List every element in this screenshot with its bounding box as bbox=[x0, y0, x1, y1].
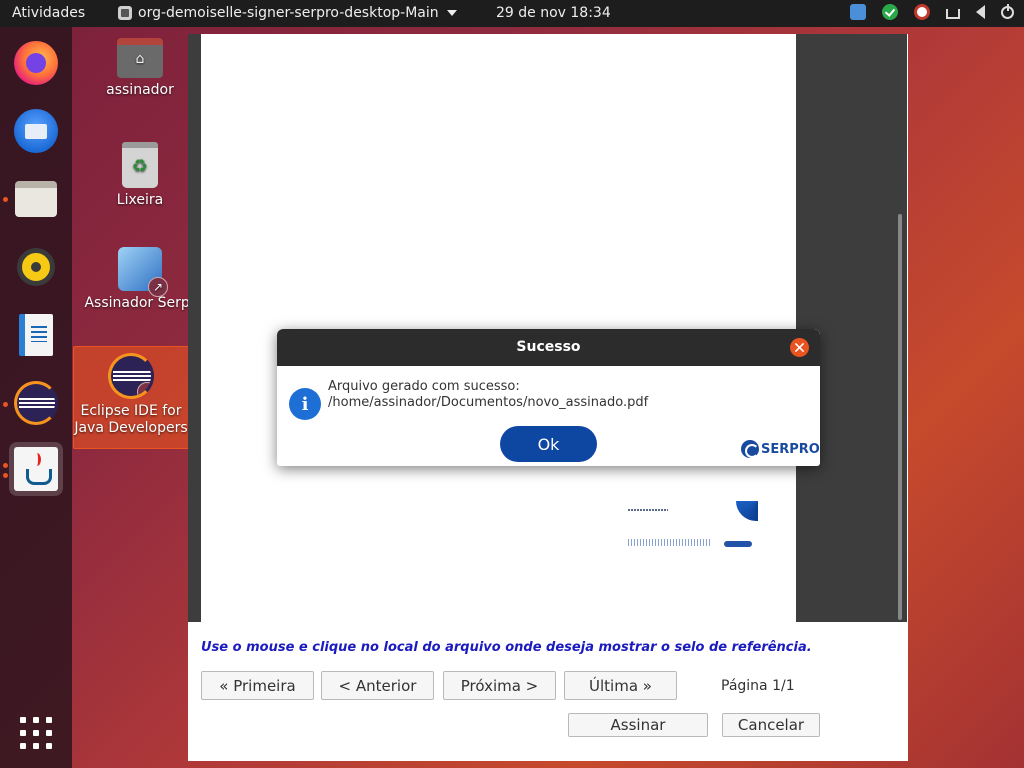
dock-item-firefox[interactable] bbox=[9, 36, 63, 90]
desktop-icon-label-line2: Java Developers bbox=[74, 420, 188, 436]
dock-item-files[interactable] bbox=[9, 172, 63, 226]
check-status-icon[interactable] bbox=[882, 4, 898, 20]
eclipse-icon: ↗ bbox=[108, 353, 154, 399]
ok-button[interactable]: Ok bbox=[500, 426, 597, 462]
desktop-icon-label-line1: Eclipse IDE for bbox=[80, 403, 182, 419]
dialog-titlebar[interactable]: Sucesso bbox=[277, 329, 820, 366]
shortcut-arrow-icon: ↗ bbox=[137, 382, 151, 396]
home-folder-icon bbox=[117, 38, 163, 78]
dock-item-java[interactable] bbox=[9, 442, 63, 496]
shortcut-arrow-icon: ↗ bbox=[148, 277, 168, 297]
desktop-icon-home[interactable]: assinador bbox=[82, 38, 198, 99]
dock-item-writer[interactable] bbox=[9, 308, 63, 362]
app-menu-label: org-demoiselle-signer-serpro-desktop-Mai… bbox=[138, 5, 439, 21]
sign-button[interactable]: Assinar bbox=[568, 713, 708, 737]
serpro-logo: SERPRO bbox=[741, 440, 820, 458]
show-apps-icon[interactable] bbox=[20, 717, 52, 749]
stamp-text-line bbox=[628, 509, 668, 511]
running-indicator bbox=[3, 197, 8, 202]
volume-icon[interactable] bbox=[976, 5, 985, 19]
desktop-icon-label: assinador bbox=[106, 82, 174, 98]
previous-page-button[interactable]: < Anterior bbox=[321, 671, 434, 700]
page-indicator: Página 1/1 bbox=[721, 678, 795, 694]
close-icon bbox=[795, 343, 804, 352]
writer-icon bbox=[19, 314, 53, 356]
firefox-icon bbox=[14, 41, 58, 85]
serpro-status-icon[interactable] bbox=[914, 4, 930, 20]
signer-icon: ↗ bbox=[118, 247, 168, 297]
last-page-button[interactable]: Última » bbox=[564, 671, 677, 700]
serpro-wordmark: SERPRO bbox=[761, 441, 820, 457]
dialog-message: Arquivo gerado com sucesso: /home/assina… bbox=[328, 379, 648, 411]
screenshot-tool-icon[interactable] bbox=[850, 4, 866, 20]
dialog-message-line1: Arquivo gerado com sucesso: bbox=[328, 379, 520, 394]
eclipse-icon bbox=[14, 381, 58, 425]
activities-button[interactable]: Atividades bbox=[12, 5, 85, 21]
system-tray bbox=[850, 3, 1014, 20]
app-menu-icon bbox=[118, 6, 132, 20]
power-icon[interactable] bbox=[1001, 3, 1014, 19]
stamp-serpro-logo bbox=[724, 541, 752, 547]
java-icon bbox=[14, 447, 58, 491]
desktop-icon-trash[interactable]: Lixeira bbox=[82, 142, 198, 209]
desktop-icon-eclipse[interactable]: ↗ Eclipse IDE for Java Developers bbox=[73, 346, 189, 449]
clock[interactable]: 29 de nov 18:34 bbox=[496, 5, 611, 21]
viewer-margin bbox=[188, 34, 201, 622]
success-dialog: Sucesso i Arquivo gerado com sucesso: /h… bbox=[277, 329, 820, 466]
dock-item-eclipse[interactable] bbox=[9, 376, 63, 430]
stamp-small-text bbox=[628, 539, 712, 546]
dock bbox=[0, 27, 72, 768]
signature-stamp-preview bbox=[628, 501, 760, 553]
first-page-button[interactable]: « Primeira bbox=[201, 671, 314, 700]
files-icon bbox=[15, 181, 57, 217]
top-bar: Atividades org-demoiselle-signer-serpro-… bbox=[0, 0, 1024, 27]
instruction-text: Use o mouse e clique no local do arquivo… bbox=[201, 640, 812, 655]
desktop-icon-label: Assinador Serpr bbox=[84, 295, 196, 311]
pdf-viewer[interactable] bbox=[188, 34, 907, 622]
desktop-icon-signer[interactable]: ↗ Assinador Serpr bbox=[82, 247, 198, 312]
cancel-button[interactable]: Cancelar bbox=[722, 713, 820, 737]
close-button[interactable] bbox=[790, 338, 809, 357]
thunderbird-icon bbox=[14, 109, 58, 153]
trash-icon bbox=[122, 142, 158, 188]
dock-item-rhythmbox[interactable] bbox=[9, 240, 63, 294]
stamp-emblem bbox=[736, 501, 758, 521]
running-indicator bbox=[3, 473, 8, 478]
rhythmbox-icon bbox=[17, 248, 55, 286]
network-icon[interactable] bbox=[946, 9, 960, 19]
dock-item-thunderbird[interactable] bbox=[9, 104, 63, 158]
serpro-mark-icon bbox=[741, 440, 759, 458]
desktop-icon-label: Lixeira bbox=[116, 192, 164, 208]
running-indicator bbox=[3, 402, 8, 407]
desktop-icon-label: Eclipse IDE for Java Developers bbox=[74, 403, 188, 437]
dialog-title: Sucesso bbox=[516, 339, 581, 355]
running-indicator bbox=[3, 463, 8, 468]
pdf-page[interactable] bbox=[201, 34, 796, 622]
next-page-button[interactable]: Próxima > bbox=[443, 671, 556, 700]
info-icon: i bbox=[289, 388, 321, 420]
caret-down-icon bbox=[446, 10, 457, 16]
app-menu[interactable]: org-demoiselle-signer-serpro-desktop-Mai… bbox=[118, 5, 457, 21]
dialog-message-line2: /home/assinador/Documentos/novo_assinado… bbox=[328, 395, 649, 410]
viewer-scrollbar[interactable] bbox=[898, 214, 902, 620]
